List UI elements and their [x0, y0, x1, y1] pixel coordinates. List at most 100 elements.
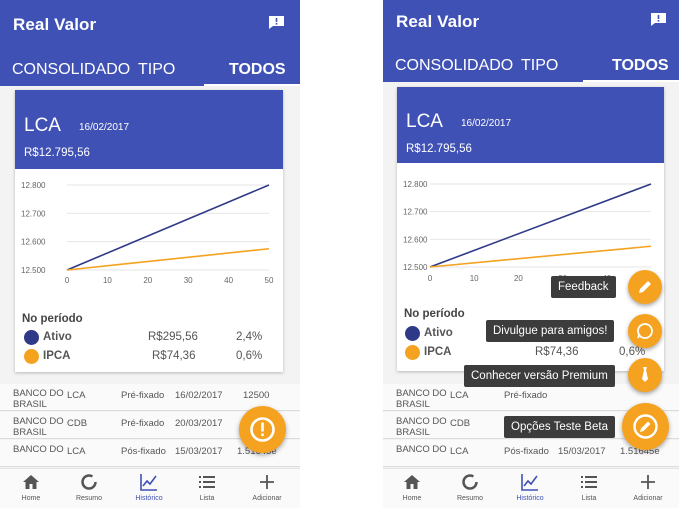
nav-historico[interactable]: Histórico: [124, 469, 174, 508]
y-tick-label: 12.600: [21, 238, 46, 247]
pencil-icon: [633, 414, 658, 439]
row-date: 15/03/2017: [558, 446, 606, 457]
row-date: 20/03/2017: [175, 418, 223, 429]
share-mini-fab[interactable]: [628, 314, 662, 348]
nav-lista[interactable]: Lista: [182, 469, 232, 508]
app-bar: Real Valor CONSOLIDADO TIPO TODOS: [383, 0, 679, 82]
phone-screen-default: Real Valor CONSOLIDADO TIPO TODOS LCA 16…: [0, 0, 300, 508]
nav-home[interactable]: Home: [387, 469, 437, 508]
nav-label: Lista: [581, 495, 597, 502]
row-bank: BANCO DO BRASIL: [396, 416, 447, 437]
nav-home[interactable]: Home: [6, 469, 56, 508]
feedback-icon[interactable]: [268, 15, 285, 30]
row-date: 15/03/2017: [175, 446, 223, 457]
legend-name: Ativo: [424, 327, 453, 339]
nav-label: Lista: [199, 495, 215, 502]
nav-label: Adicionar: [633, 495, 663, 502]
fab-label-feedback[interactable]: Feedback: [551, 276, 616, 298]
y-tick-label: 12.800: [403, 180, 428, 189]
x-tick-label: 20: [514, 274, 523, 283]
card-header: LCA 16/02/2017 R$12.795,56: [397, 87, 664, 163]
x-tick-label: 50: [265, 276, 274, 285]
row-mode: Pós-fixado: [121, 446, 166, 457]
nav-resumo[interactable]: Resumo: [64, 469, 114, 508]
resumo-icon: [81, 474, 97, 490]
app-title: Real Valor: [13, 15, 97, 34]
series-line-0: [429, 183, 652, 268]
legend-row-ipca: IPCA R$74,36 0,6%: [15, 347, 283, 365]
investment-date: 16/02/2017: [79, 122, 130, 133]
tab-consolidado[interactable]: CONSOLIDADO: [395, 57, 513, 75]
fab-label-share[interactable]: Divulgue para amigos!: [486, 320, 615, 342]
y-tick-label: 12.800: [21, 181, 46, 190]
period-label: No período: [22, 313, 83, 325]
pencil-icon: [639, 281, 651, 293]
nav-adicionar[interactable]: Adicionar: [623, 469, 673, 508]
investment-amount: R$12.795,56: [24, 147, 90, 159]
ipca-color-dot: [405, 345, 420, 360]
y-tick-label: 12.500: [403, 263, 428, 272]
x-tick-label: 20: [143, 276, 152, 285]
nav-resumo[interactable]: Resumo: [445, 469, 495, 508]
plus-icon: [260, 475, 274, 489]
resumo-icon: [462, 474, 478, 490]
history-chart: 12.50012.60012.70012.80001020304050: [403, 180, 656, 283]
legend-value: R$74,36: [152, 350, 196, 362]
row-type: CDB: [67, 418, 88, 429]
tab-consolidado[interactable]: CONSOLIDADO: [12, 61, 130, 79]
nav-label: Histórico: [516, 495, 544, 502]
plus-icon: [641, 475, 655, 489]
alert-fab[interactable]: [239, 406, 286, 453]
x-tick-label: 10: [103, 276, 112, 285]
fab-label-premium[interactable]: Conhecer versão Premium: [464, 365, 615, 387]
list-icon: [581, 476, 597, 488]
x-tick-label: 10: [470, 274, 479, 283]
nav-historico[interactable]: Histórico: [505, 469, 555, 508]
tab-todos[interactable]: TODOS: [229, 61, 286, 79]
alert-icon: [250, 417, 275, 442]
row-mode: Pré-fixado: [504, 390, 548, 401]
nav-label: Home: [402, 495, 422, 502]
nav-label: Resumo: [75, 495, 103, 502]
tab-tipo[interactable]: TIPO: [138, 61, 175, 79]
row-type: LCA: [450, 390, 469, 401]
feedback-mini-fab[interactable]: [628, 270, 662, 304]
investment-card[interactable]: LCA 16/02/2017 R$12.795,56 12.500 12.600 1…: [15, 90, 283, 372]
period-label: No período: [404, 308, 465, 320]
nav-label: Adicionar: [252, 495, 282, 502]
tab-todos[interactable]: TODOS: [612, 57, 669, 75]
row-bank: BANCO DO BRASIL: [13, 388, 64, 409]
tie-icon: [642, 367, 648, 382]
y-tick-label: 12.500: [21, 266, 46, 275]
row-type: LCA: [67, 390, 86, 401]
app-title: Real Valor: [396, 12, 480, 31]
tab-indicator: [583, 80, 679, 82]
row-bank: BANCO DO: [396, 444, 447, 455]
feedback-icon[interactable]: [650, 12, 667, 27]
row-mode: Pré-fixado: [121, 390, 165, 401]
legend-pct: 0,6%: [236, 350, 263, 362]
premium-mini-fab[interactable]: [628, 358, 662, 392]
investment-type: LCA: [24, 115, 61, 136]
x-tick-label: 30: [184, 276, 193, 285]
row-type: LCA: [67, 446, 86, 457]
y-tick-label: 12.700: [403, 208, 428, 217]
nav-lista[interactable]: Lista: [564, 469, 614, 508]
nav-adicionar[interactable]: Adicionar: [242, 469, 292, 508]
tab-tipo[interactable]: TIPO: [521, 57, 558, 75]
investment-amount: R$12.795,56: [406, 143, 472, 155]
whatsapp-icon: [637, 323, 653, 339]
legend-pct: 2,4%: [236, 331, 263, 343]
fab-label-beta[interactable]: Opções Teste Beta: [504, 416, 615, 438]
nav-label: Home: [21, 495, 41, 502]
ipca-color-dot: [24, 349, 39, 364]
legend-row-ativo: Ativo R$295,56 2,4%: [15, 328, 283, 346]
legend-name: IPCA: [43, 350, 71, 362]
x-tick-label: 0: [428, 274, 433, 283]
beta-options-fab[interactable]: [622, 403, 669, 450]
app-bar: Real Valor CONSOLIDADO TIPO TODOS: [0, 0, 300, 86]
row-type: LCA: [450, 446, 469, 457]
series-line-1: [429, 245, 652, 268]
series-line-1: [66, 247, 270, 271]
x-tick-label: 40: [224, 276, 233, 285]
